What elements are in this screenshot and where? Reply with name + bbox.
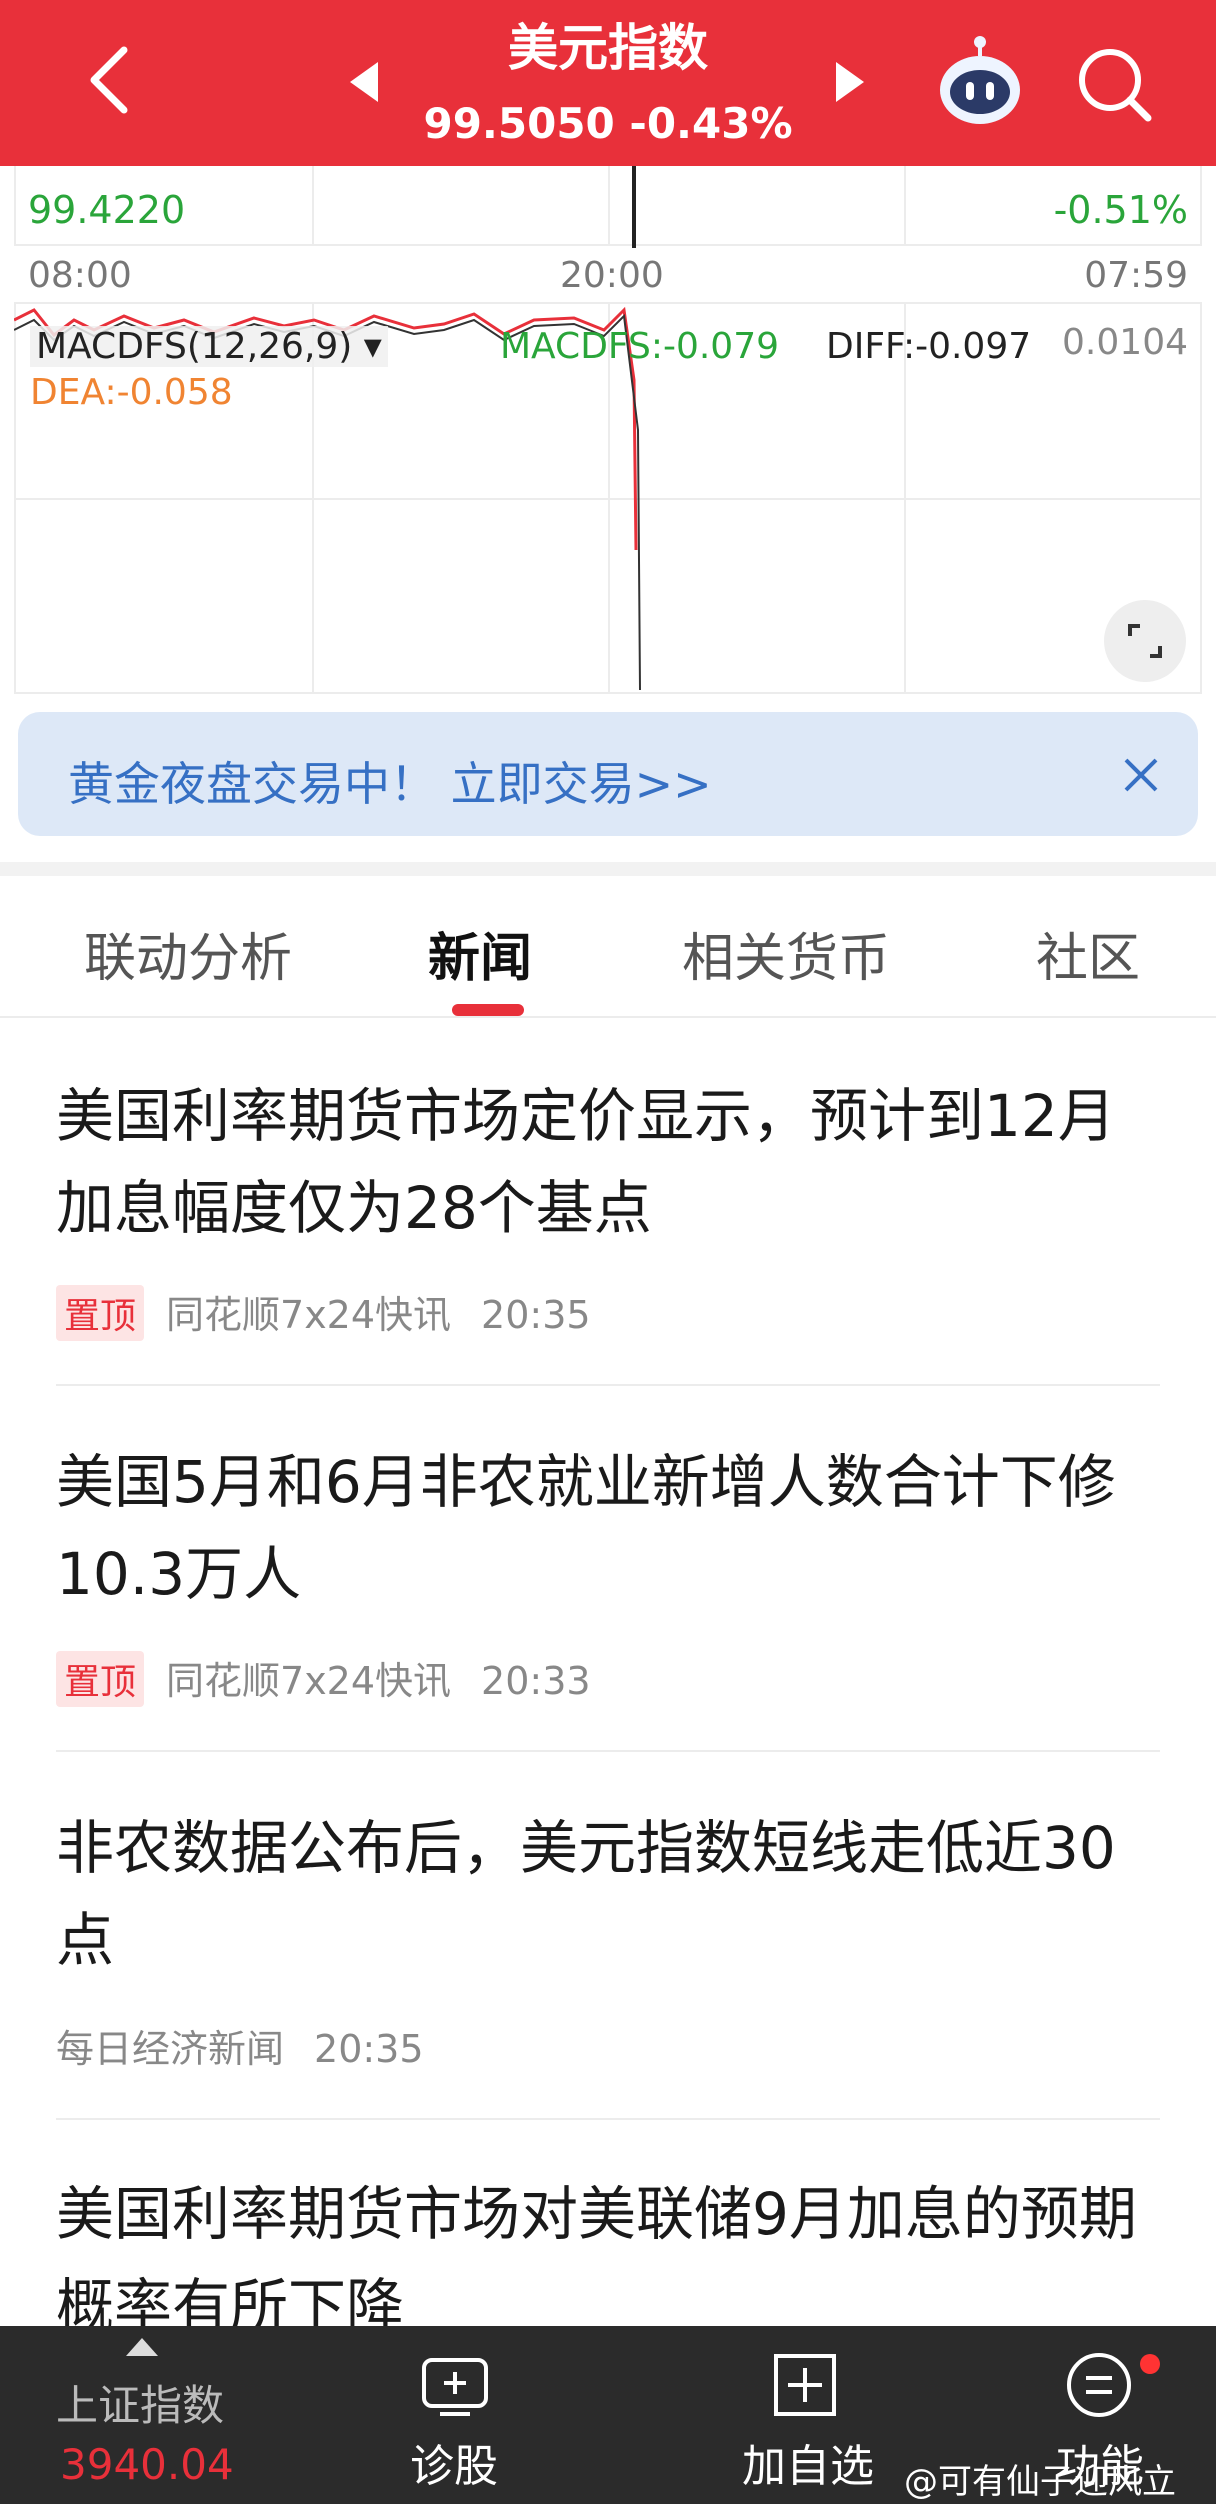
news-title[interactable]: 非农数据公布后，美元指数短线走低近30点 (56, 1802, 1160, 1986)
app-root: 美元指数 99.5050 -0.43% 99.4220 -0.51% 08:00… (0, 0, 1216, 2504)
search-icon[interactable] (1070, 38, 1160, 128)
macd-indicator-selector[interactable]: MACDFS(12,26,9) ▾ (30, 326, 388, 367)
news-item[interactable]: 美国利率期货市场定价显示，预计到12月加息幅度仅为28个基点 置顶 同花顺7x24… (56, 1070, 1160, 1341)
tab-community[interactable]: 社区 (1036, 916, 1140, 991)
news-item[interactable]: 美国5月和6月非农就业新增人数合计下修10.3万人 置顶 同花顺7x24快讯 20:… (56, 1436, 1160, 1707)
dea-value: DEA:-0.058 (30, 372, 233, 413)
pinned-badge: 置顶 (56, 1651, 145, 1707)
divider (56, 1750, 1160, 1752)
gold-trading-banner[interactable]: 黄金夜盘交易中！ 立即交易>> (18, 712, 1198, 836)
diff-value: DIFF:-0.097 (826, 326, 1032, 367)
tab-bar: 联动分析 新闻 相关货币 社区 (0, 876, 1216, 1018)
index-value: 3940.04 (60, 2440, 234, 2489)
robot-assistant-icon[interactable] (930, 34, 1030, 134)
change-value: -0.43% (629, 99, 793, 148)
price-value: 99.5050 (423, 99, 615, 148)
news-meta: 置顶 同花顺7x24快讯 20:35 (56, 1284, 591, 1341)
news-time: 20:33 (481, 1659, 591, 1703)
news-meta: 每日经济新闻 20:35 (56, 2018, 424, 2073)
news-item[interactable]: 非农数据公布后，美元指数短线走低近30点 每日经济新闻 20:35 (56, 1802, 1160, 2071)
instrument-title: 美元指数 (508, 19, 708, 77)
active-tab-indicator (452, 1004, 524, 1016)
news-source: 每日经济新闻 (56, 2027, 285, 2071)
expand-icon (1128, 624, 1162, 658)
tab-news[interactable]: 新闻 (428, 916, 532, 991)
prev-instrument-arrow-icon[interactable] (350, 62, 378, 102)
news-source: 同花顺7x24快讯 (166, 1659, 452, 1703)
chart-low-pct: -0.51% (1053, 188, 1188, 232)
news-time: 20:35 (314, 2027, 424, 2071)
pinned-badge: 置顶 (56, 1285, 145, 1341)
next-instrument-arrow-icon[interactable] (836, 62, 864, 102)
news-title[interactable]: 美国利率期货市场定价显示，预计到12月加息幅度仅为28个基点 (56, 1070, 1160, 1254)
macd-axis-value: 0.0104 (1062, 322, 1188, 363)
price-chart-area (14, 166, 1202, 246)
section-gap (0, 862, 1216, 876)
news-time: 20:35 (481, 1293, 591, 1337)
back-icon[interactable] (72, 40, 152, 120)
chart-low-price: 99.4220 (28, 188, 186, 232)
macd-label-text: MACDFS(12,26,9) (36, 326, 353, 367)
top-header: 美元指数 99.5050 -0.43% (0, 0, 1216, 166)
tab-linkage-analysis[interactable]: 联动分析 (84, 916, 292, 991)
news-meta: 置顶 同花顺7x24快讯 20:33 (56, 1650, 591, 1707)
diagnose-stock-label[interactable]: 诊股 (410, 2430, 498, 2494)
instrument-quote: 99.5050 -0.43% (380, 94, 836, 154)
function-menu-icon[interactable] (1062, 2348, 1136, 2422)
expand-chart-button[interactable] (1104, 600, 1186, 682)
tab-related-currency[interactable]: 相关货币 (682, 916, 890, 991)
macd-value: MACDFS:-0.079 (500, 326, 780, 367)
index-name[interactable]: 上证指数 (56, 2372, 224, 2433)
news-title[interactable]: 美国利率期货市场对美联储9月加息的预期概率有所下降 (56, 2168, 1160, 2352)
notification-dot (1140, 2354, 1160, 2374)
add-watchlist-icon[interactable] (768, 2348, 842, 2422)
diagnose-stock-icon[interactable] (418, 2348, 492, 2422)
add-watchlist-label[interactable]: 加自选 (742, 2430, 874, 2494)
price-spike-line (632, 166, 636, 248)
banner-text[interactable]: 黄金夜盘交易中！ 立即交易>> (68, 748, 712, 814)
news-source: 同花顺7x24快讯 (166, 1293, 452, 1337)
close-icon[interactable] (1118, 752, 1164, 798)
divider (56, 2118, 1160, 2120)
news-title[interactable]: 美国5月和6月非农就业新增人数合计下修10.3万人 (56, 1436, 1160, 1620)
news-item[interactable]: 美国利率期货市场对美联储9月加息的预期概率有所下降 (56, 2168, 1160, 2352)
watermark: @可有仙子迎风立 (904, 2462, 1176, 2502)
expand-up-icon[interactable] (126, 2338, 158, 2356)
divider (56, 1384, 1160, 1386)
